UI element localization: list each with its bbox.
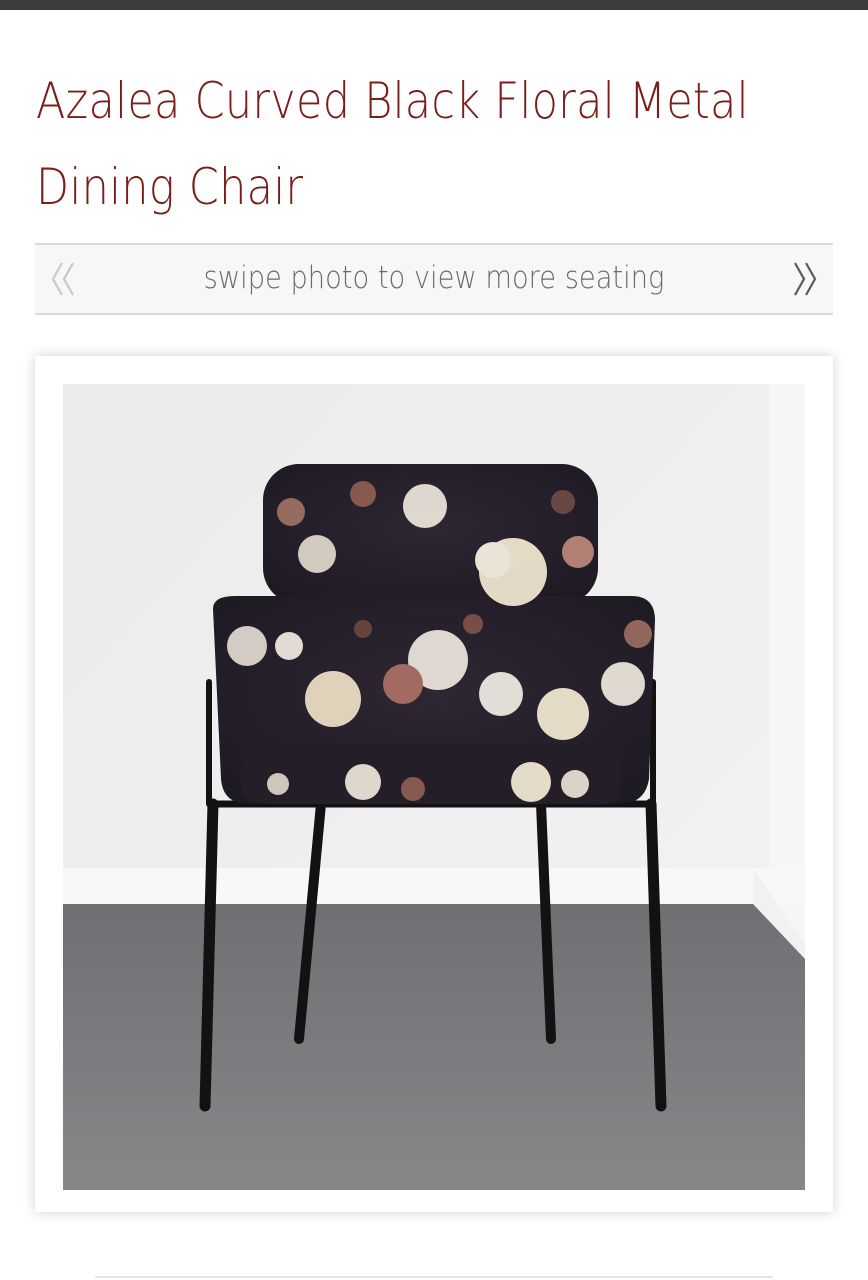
gallery-swipe-bar: swipe photo to view more seating <box>35 243 833 315</box>
floral-chair-photo <box>63 384 805 1190</box>
product-photo-card <box>35 356 833 1212</box>
top-bar <box>0 0 868 10</box>
product-title: Azalea Curved Black Floral Metal Dining … <box>36 58 810 230</box>
product-title-line-1: Azalea Curved Black Floral Metal <box>36 72 749 130</box>
swipe-hint: swipe photo to view more seating <box>203 260 665 296</box>
section-divider <box>95 1276 773 1278</box>
gallery-prev-button[interactable] <box>43 255 83 303</box>
double-chevron-left-icon <box>51 262 74 296</box>
product-photo[interactable] <box>63 384 805 1190</box>
double-chevron-right-icon <box>794 262 817 296</box>
gallery-next-button[interactable] <box>785 255 825 303</box>
product-title-line-2: Dining Chair <box>36 158 304 216</box>
